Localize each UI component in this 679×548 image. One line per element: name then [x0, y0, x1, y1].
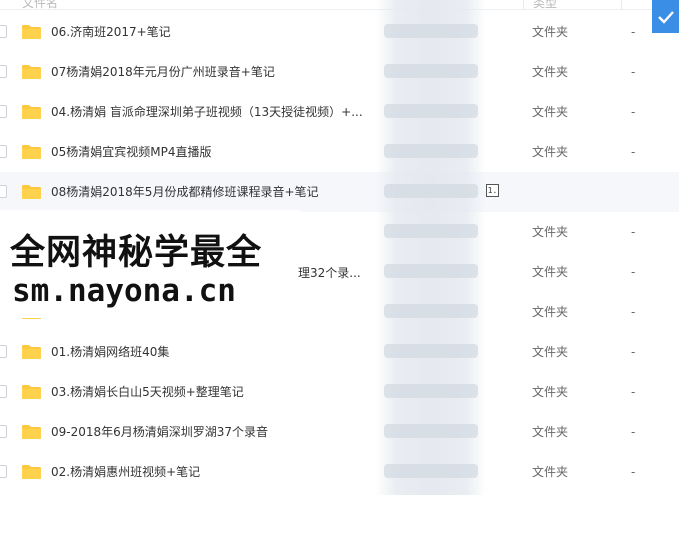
file-size: - [631, 145, 636, 159]
file-name[interactable]: 05杨清娟宜宾视频MP4直播版 [51, 144, 212, 160]
file-name[interactable]: 03.杨清娟长白山5天视频+整理笔记 [51, 384, 244, 400]
file-size: - [631, 105, 636, 119]
file-row[interactable]: 07杨清娟2018年元月份广州班录音+笔记 文件夹 - [0, 52, 679, 92]
file-row[interactable]: 02.杨清娟惠州班视频+笔记 文件夹 - [0, 452, 679, 492]
header-name[interactable]: 文件名 [22, 0, 58, 11]
redacted-blur-band [376, 0, 486, 495]
file-name[interactable]: 02.杨清娟惠州班视频+笔记 [51, 464, 200, 480]
watermark-title: 全网神秘学最全 [10, 233, 263, 273]
file-size: - [631, 385, 636, 399]
file-name[interactable]: 08杨清娟2018年5月份成都精修班课程录音+笔记 [51, 184, 319, 200]
column-divider[interactable] [523, 0, 524, 10]
file-type: 文件夹 [532, 425, 569, 439]
file-size: - [631, 25, 636, 39]
file-size: - [631, 225, 636, 239]
watermark-url: sm.nayona.cn [12, 273, 236, 309]
folder-icon [21, 24, 42, 40]
file-type: 文件夹 [532, 305, 569, 319]
file-row[interactable]: 05杨清娟宜宾视频MP4直播版 文件夹 - [0, 132, 679, 172]
header-type[interactable]: 类型 [533, 0, 557, 11]
file-size: - [631, 425, 636, 439]
row-checkbox[interactable] [0, 385, 7, 398]
file-name[interactable]: 07杨清娟2018年元月份广州班录音+笔记 [51, 64, 275, 80]
row-checkbox[interactable] [0, 185, 7, 198]
file-type: 文件夹 [532, 465, 569, 479]
row-action-icon[interactable]: 1. [486, 184, 499, 197]
file-type: 文件夹 [532, 385, 569, 399]
file-size: - [631, 65, 636, 79]
folder-icon [21, 104, 42, 120]
file-row[interactable]: 03.杨清娟长白山5天视频+整理笔记 文件夹 - [0, 372, 679, 412]
row-checkbox[interactable] [0, 65, 7, 78]
partial-file-name: 理32个录... [298, 266, 361, 280]
row-checkbox[interactable] [0, 425, 7, 438]
file-type: 文件夹 [532, 345, 569, 359]
folder-icon [21, 144, 42, 160]
file-size: - [631, 465, 636, 479]
file-row[interactable]: 08杨清娟2018年5月份成都精修班课程录音+笔记 1. [0, 172, 679, 212]
file-row[interactable]: 01.杨清娟网络班40集 文件夹 - [0, 332, 679, 372]
folder-icon [21, 384, 42, 400]
file-name[interactable]: 09-2018年6月杨清娟深圳罗湖37个录音 [51, 424, 268, 440]
file-type: 文件夹 [532, 25, 569, 39]
file-type: 文件夹 [532, 105, 569, 119]
file-row[interactable]: 04.杨清娟 盲派命理深圳弟子班视频（13天授徒视频）+... 文件夹 - [0, 92, 679, 132]
file-type: 文件夹 [532, 145, 569, 159]
row-checkbox[interactable] [0, 345, 7, 358]
file-size: - [631, 265, 636, 279]
row-checkbox[interactable] [0, 465, 7, 478]
list-header: 文件名 类型 [0, 0, 679, 10]
row-checkbox[interactable] [0, 25, 7, 38]
column-divider[interactable] [621, 0, 622, 10]
file-size: - [631, 305, 636, 319]
folder-icon [21, 464, 42, 480]
folder-icon [21, 64, 42, 80]
file-name[interactable]: 04.杨清娟 盲派命理深圳弟子班视频（13天授徒视频）+... [51, 104, 363, 120]
row-checkbox[interactable] [0, 105, 7, 118]
row-checkbox[interactable] [0, 145, 7, 158]
file-row[interactable]: 09-2018年6月杨清娟深圳罗湖37个录音 文件夹 - [0, 412, 679, 452]
watermark-overlay: 全网神秘学最全 sm.nayona.cn [0, 210, 300, 318]
file-name[interactable]: 06.济南班2017+笔记 [51, 24, 171, 40]
file-type: 文件夹 [532, 225, 569, 239]
folder-icon [21, 344, 42, 360]
file-row[interactable]: 06.济南班2017+笔记 文件夹 - [0, 12, 679, 52]
file-size: - [631, 345, 636, 359]
file-type: 文件夹 [532, 265, 569, 279]
folder-icon [21, 424, 42, 440]
file-type: 文件夹 [532, 65, 569, 79]
folder-icon [21, 184, 42, 200]
file-name[interactable]: 01.杨清娟网络班40集 [51, 344, 169, 360]
